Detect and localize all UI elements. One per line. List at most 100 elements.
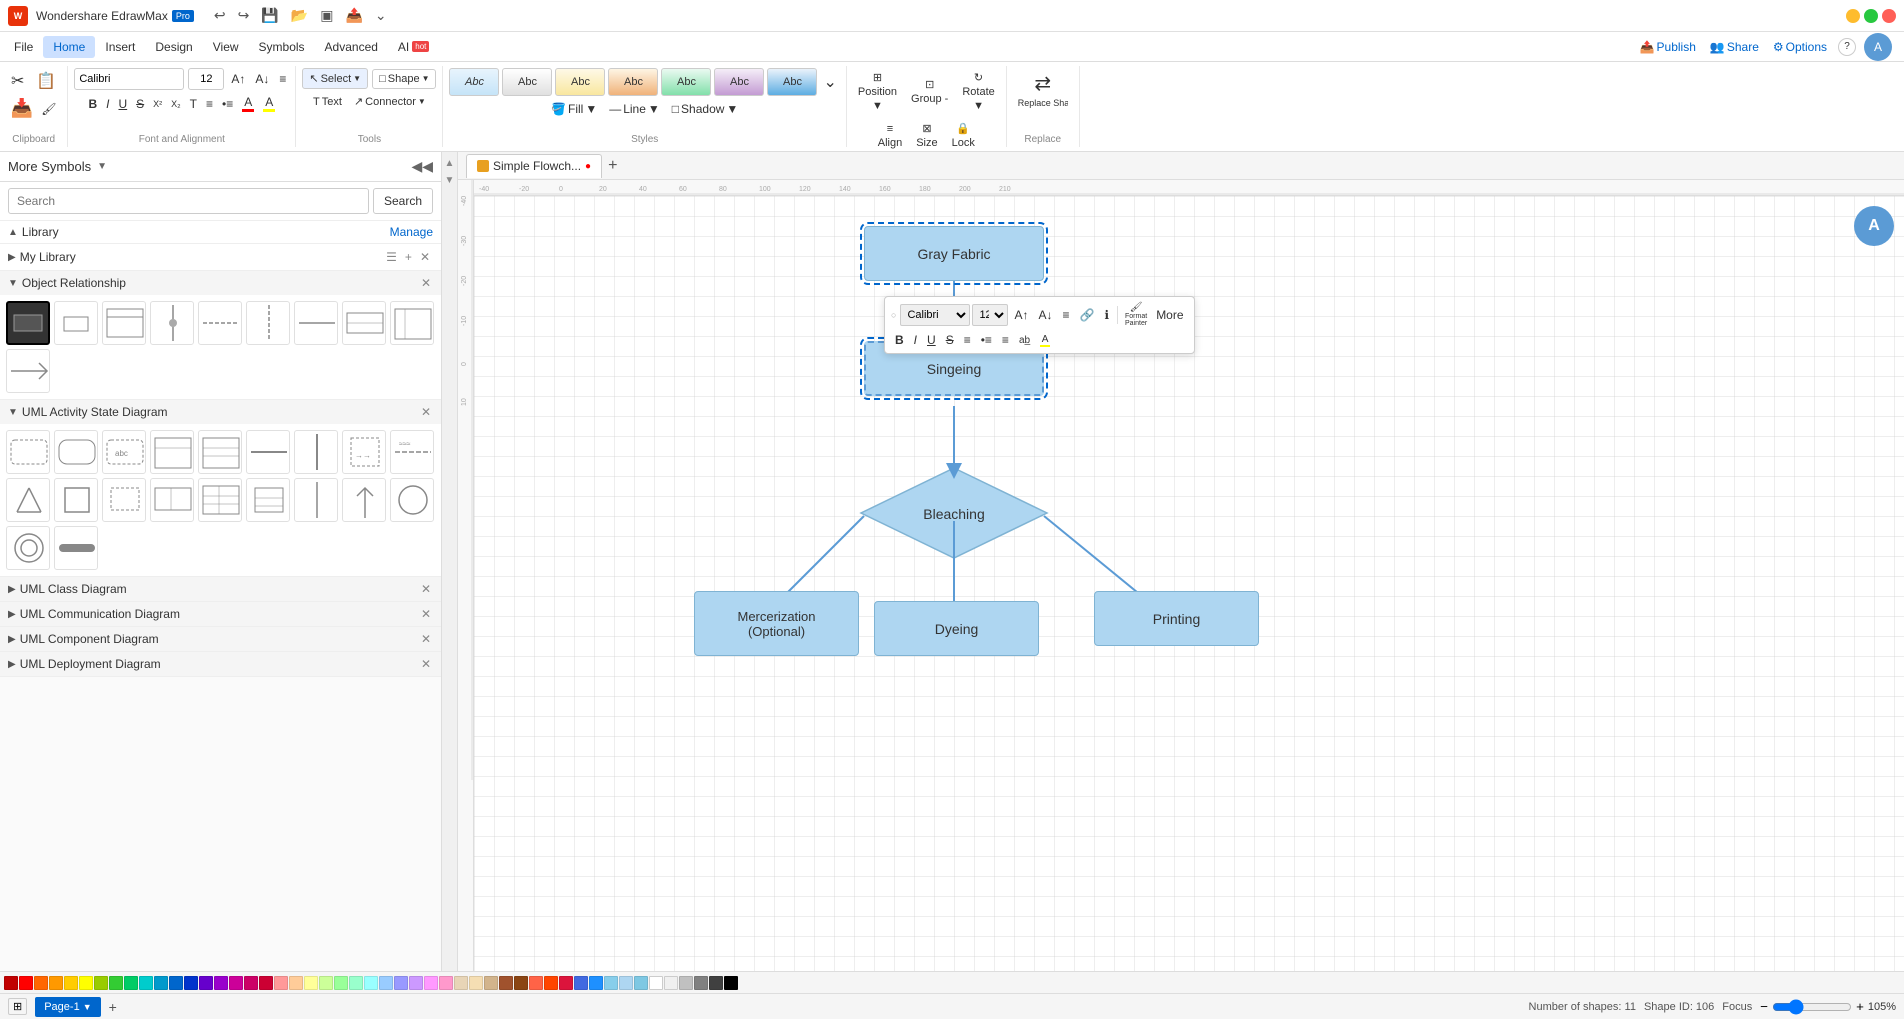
user-avatar[interactable]: A bbox=[1864, 33, 1892, 61]
float-list1-btn[interactable]: ≡ bbox=[960, 331, 975, 349]
share-button[interactable]: 👥 Share bbox=[1707, 38, 1762, 56]
bold-btn[interactable]: B bbox=[85, 95, 100, 113]
style-abc-2[interactable]: Abc bbox=[502, 68, 552, 96]
my-library-section[interactable]: ▶ My Library ☰ + ✕ bbox=[0, 244, 441, 271]
symbol-item[interactable] bbox=[150, 301, 194, 345]
status-page-view-btn[interactable]: ⊞ bbox=[8, 998, 27, 1015]
color-swatch[interactable] bbox=[364, 976, 378, 990]
styles-more-btn[interactable]: ⌄ bbox=[820, 70, 839, 94]
paste-btn[interactable]: 📥 bbox=[8, 96, 36, 121]
zoom-slider[interactable] bbox=[1772, 999, 1852, 1015]
float-align-btn[interactable]: ≡ bbox=[1058, 306, 1073, 324]
group-btn[interactable]: ⊡ Group - bbox=[906, 75, 953, 108]
font-name-input[interactable] bbox=[74, 68, 184, 90]
uml-comm-header[interactable]: ▶ UML Communication Diagram ✕ bbox=[0, 602, 441, 626]
menu-view[interactable]: View bbox=[203, 36, 249, 58]
node-gray-fabric[interactable]: Gray Fabric bbox=[864, 226, 1044, 281]
color-swatch[interactable] bbox=[634, 976, 648, 990]
list-btn[interactable]: ≡ bbox=[203, 95, 216, 113]
float-underline2-btn[interactable]: ab̲ bbox=[1015, 333, 1034, 348]
float-textalign-btn[interactable]: ≡ bbox=[998, 331, 1013, 349]
color-swatch[interactable] bbox=[379, 976, 393, 990]
symbol-item[interactable] bbox=[342, 301, 386, 345]
diagram-canvas[interactable]: Gray Fabric Singeing ○ Calibri bbox=[474, 196, 1904, 971]
float-decrease-size-btn[interactable]: A↓ bbox=[1034, 306, 1056, 324]
color-swatch[interactable] bbox=[334, 976, 348, 990]
menu-insert[interactable]: Insert bbox=[95, 36, 145, 58]
color-swatch[interactable] bbox=[454, 976, 468, 990]
node-printing[interactable]: Printing bbox=[1094, 591, 1259, 646]
symbol-item[interactable] bbox=[294, 430, 338, 474]
manage-button[interactable]: Manage bbox=[390, 225, 433, 239]
decrease-font-btn[interactable]: A↓ bbox=[252, 70, 272, 88]
uml-deployment-header[interactable]: ▶ UML Deployment Diagram ✕ bbox=[0, 652, 441, 676]
float-more-btn[interactable]: More bbox=[1152, 306, 1187, 324]
category-close-btn[interactable]: ✕ bbox=[419, 657, 433, 671]
replace-shape-btn[interactable]: ⇄ Replace Shape bbox=[1013, 68, 1073, 111]
color-swatch[interactable] bbox=[544, 976, 558, 990]
shadow-btn[interactable]: □ Shadow ▼ bbox=[669, 100, 742, 118]
font-color-btn[interactable]: A bbox=[239, 93, 257, 114]
underline-btn[interactable]: U bbox=[115, 95, 130, 113]
symbol-item[interactable] bbox=[54, 478, 98, 522]
float-underline-btn[interactable]: U bbox=[923, 331, 940, 349]
style-abc-3[interactable]: Abc bbox=[555, 68, 605, 96]
color-swatch[interactable] bbox=[49, 976, 63, 990]
color-swatch[interactable] bbox=[214, 976, 228, 990]
symbol-item[interactable] bbox=[54, 430, 98, 474]
focus-mode-btn[interactable]: Focus bbox=[1722, 1001, 1752, 1013]
color-swatch[interactable] bbox=[289, 976, 303, 990]
menu-ai[interactable]: AI hot bbox=[388, 36, 439, 58]
symbol-item[interactable] bbox=[294, 478, 338, 522]
color-swatch[interactable] bbox=[619, 976, 633, 990]
color-swatch[interactable] bbox=[604, 976, 618, 990]
color-swatch[interactable] bbox=[229, 976, 243, 990]
color-swatch[interactable] bbox=[169, 976, 183, 990]
color-swatch[interactable] bbox=[409, 976, 423, 990]
symbol-item[interactable] bbox=[54, 526, 98, 570]
color-swatch[interactable] bbox=[529, 976, 543, 990]
color-swatch[interactable] bbox=[439, 976, 453, 990]
help-button[interactable]: ? bbox=[1838, 38, 1856, 56]
format-copy-btn[interactable]: 🖌 bbox=[38, 100, 59, 118]
menu-file[interactable]: File bbox=[4, 36, 43, 58]
color-swatch[interactable] bbox=[19, 976, 33, 990]
float-fontcolor-btn[interactable]: A bbox=[1036, 332, 1054, 349]
undo-button[interactable]: ↩ bbox=[210, 5, 230, 26]
float-list2-btn[interactable]: •≡ bbox=[977, 331, 996, 349]
color-swatch[interactable] bbox=[274, 976, 288, 990]
color-swatch[interactable] bbox=[79, 976, 93, 990]
text-button[interactable]: T Text bbox=[309, 94, 346, 110]
color-swatch[interactable] bbox=[559, 976, 573, 990]
float-strikethrough-btn[interactable]: S bbox=[942, 331, 958, 349]
color-swatch[interactable] bbox=[259, 976, 273, 990]
color-swatch[interactable] bbox=[319, 976, 333, 990]
close-button[interactable] bbox=[1882, 9, 1896, 23]
symbol-item[interactable] bbox=[342, 478, 386, 522]
category-close-btn[interactable]: ✕ bbox=[419, 582, 433, 596]
connector-button[interactable]: ↗ Connector ▼ bbox=[350, 93, 430, 110]
copy-button[interactable]: 📋 bbox=[31, 68, 61, 94]
color-swatch[interactable] bbox=[304, 976, 318, 990]
color-swatch[interactable] bbox=[94, 976, 108, 990]
node-mercerization[interactable]: Mercerization(Optional) bbox=[694, 591, 859, 656]
symbol-item[interactable] bbox=[198, 478, 242, 522]
search-input[interactable] bbox=[8, 188, 369, 214]
color-swatch[interactable] bbox=[154, 976, 168, 990]
color-swatch[interactable] bbox=[184, 976, 198, 990]
color-swatch[interactable] bbox=[664, 976, 678, 990]
color-swatch[interactable] bbox=[469, 976, 483, 990]
float-format-btn[interactable]: 🖌 Format Painter bbox=[1122, 301, 1150, 328]
zoom-out-btn[interactable]: − bbox=[1760, 999, 1768, 1014]
float-info-btn[interactable]: ℹ bbox=[1100, 306, 1113, 324]
bullet-btn[interactable]: •≡ bbox=[219, 95, 236, 113]
color-swatch[interactable] bbox=[4, 976, 18, 990]
italic-btn[interactable]: I bbox=[103, 95, 112, 113]
zoom-in-btn[interactable]: + bbox=[1856, 999, 1864, 1014]
tab-close-btn[interactable]: ● bbox=[585, 161, 591, 172]
symbol-item[interactable] bbox=[246, 301, 290, 345]
superscript-btn[interactable]: X² bbox=[150, 97, 165, 111]
cut-button[interactable]: ✂ bbox=[6, 68, 29, 94]
panel-collapse-btn[interactable]: ◀◀ bbox=[411, 158, 433, 175]
page-tab-1[interactable]: Page-1 ▼ bbox=[35, 997, 100, 1017]
